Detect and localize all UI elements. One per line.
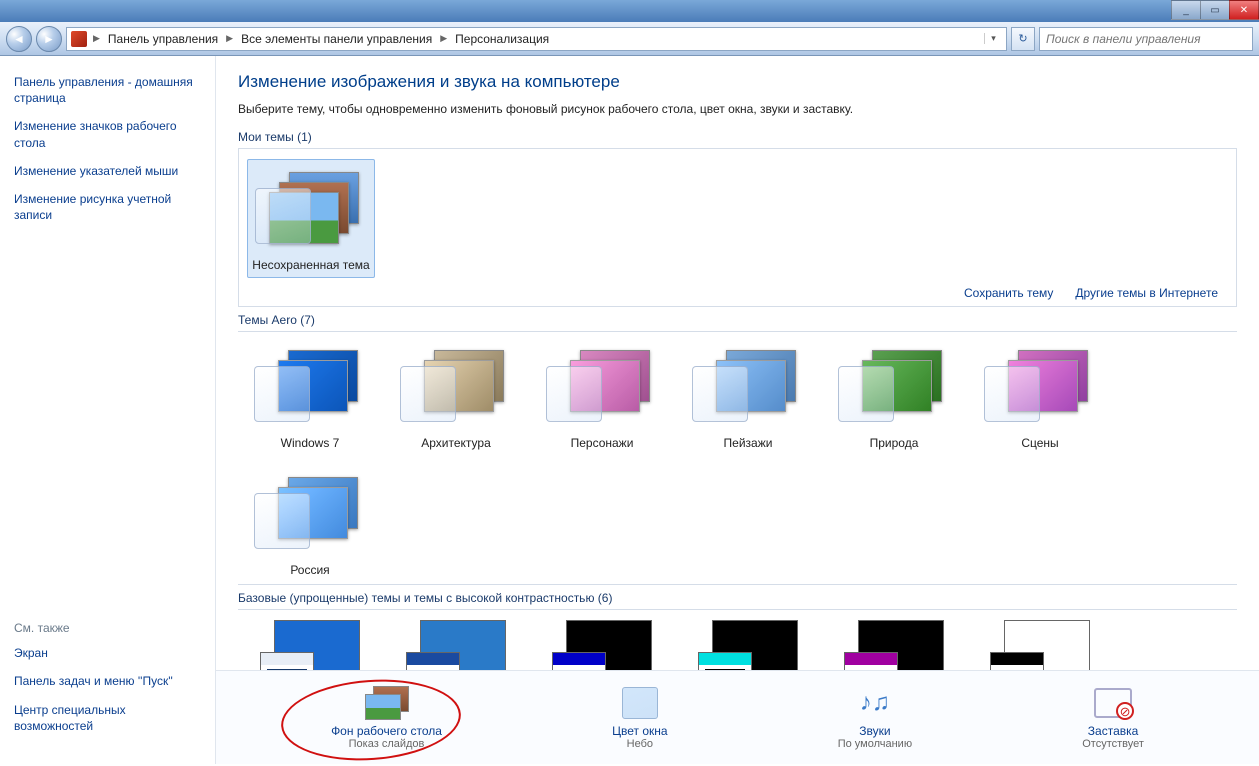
theme-label: Пейзажи <box>684 436 812 451</box>
desktop-background-option[interactable]: Фон рабочего стола Показ слайдов <box>331 686 442 750</box>
sounds-option[interactable]: ♪♫ Звуки По умолчанию <box>838 686 912 750</box>
chevron-right-icon[interactable]: ▶ <box>438 33 449 44</box>
sidebar-link-taskbar[interactable]: Панель задач и меню ''Пуск'' <box>14 673 201 689</box>
page-subtitle: Выберите тему, чтобы одновременно измени… <box>238 102 1237 116</box>
theme-label: Несохраненная тема <box>252 258 370 273</box>
theme-aero-2[interactable]: Персонажи <box>538 342 666 451</box>
wallpaper-icon <box>365 686 409 720</box>
theme-label: Природа <box>830 436 958 451</box>
window-color-option[interactable]: Цвет окна Небо <box>612 686 667 750</box>
nav-toolbar: ◄ ► ▶ Панель управления ▶ Все элементы п… <box>0 22 1259 56</box>
chevron-right-icon[interactable]: ▶ <box>91 33 102 44</box>
search-input[interactable] <box>1039 27 1253 51</box>
option-title: Звуки <box>838 724 912 738</box>
sidebar-link-ease-of-access[interactable]: Центр специальных возможностей <box>14 702 201 734</box>
option-subtitle: Показ слайдов <box>331 738 442 750</box>
sidebar-link-display[interactable]: Экран <box>14 645 201 661</box>
theme-label: Сцены <box>976 436 1104 451</box>
screensaver-option[interactable]: ⊘ Заставка Отсутствует <box>1082 686 1144 750</box>
theme-label: Windows 7 <box>246 436 374 451</box>
chevron-right-icon[interactable]: ▶ <box>224 33 235 44</box>
sidebar-link-account-picture[interactable]: Изменение рисунка учетной записи <box>14 191 201 223</box>
sidebar-link-desktop-icons[interactable]: Изменение значков рабочего стола <box>14 118 201 150</box>
theme-aero-1[interactable]: Архитектура <box>392 342 520 451</box>
address-bar[interactable]: ▶ Панель управления ▶ Все элементы панел… <box>66 27 1007 51</box>
theme-label: Россия <box>246 563 374 578</box>
theme-aero-4[interactable]: Природа <box>830 342 958 451</box>
maximize-button[interactable]: ▭ <box>1200 0 1230 20</box>
theme-aero-5[interactable]: Сцены <box>976 342 1104 451</box>
my-themes-section: Несохраненная тема Сохранить тему Другие… <box>238 148 1237 307</box>
basic-themes-header: Базовые (упрощенные) темы и темы с высок… <box>238 591 1237 605</box>
titlebar: _ ▭ ✕ <box>0 0 1259 22</box>
content-area: Изменение изображения и звука на компьют… <box>216 56 1259 764</box>
save-theme-link[interactable]: Сохранить тему <box>964 286 1053 300</box>
breadcrumb[interactable]: Все элементы панели управления <box>235 32 438 46</box>
address-dropdown[interactable]: ▾ <box>984 33 1002 44</box>
page-title: Изменение изображения и звука на компьют… <box>238 72 1237 92</box>
theme-label: Персонажи <box>538 436 666 451</box>
online-themes-link[interactable]: Другие темы в Интернете <box>1075 286 1218 300</box>
sidebar-link-home[interactable]: Панель управления - домашняя страница <box>14 74 201 106</box>
theme-aero-0[interactable]: Windows 7 <box>246 342 374 451</box>
theme-aero-3[interactable]: Пейзажи <box>684 342 812 451</box>
screensaver-icon: ⊘ <box>1091 686 1135 720</box>
close-button[interactable]: ✕ <box>1229 0 1259 20</box>
option-title: Фон рабочего стола <box>331 724 442 738</box>
option-subtitle: По умолчанию <box>838 738 912 750</box>
see-also-header: См. также <box>14 621 201 635</box>
sidebar: Панель управления - домашняя страница Из… <box>0 56 216 764</box>
option-title: Цвет окна <box>612 724 667 738</box>
option-subtitle: Небо <box>612 738 667 750</box>
breadcrumb[interactable]: Панель управления <box>102 32 224 46</box>
aero-themes-header: Темы Aero (7) <box>238 313 1237 327</box>
sounds-icon: ♪♫ <box>853 686 897 720</box>
breadcrumb[interactable]: Персонализация <box>449 32 555 46</box>
my-themes-header: Мои темы (1) <box>238 130 1237 144</box>
personalization-icon <box>71 31 87 47</box>
back-button[interactable]: ◄ <box>6 26 32 52</box>
minimize-button[interactable]: _ <box>1171 0 1201 20</box>
option-title: Заставка <box>1082 724 1144 738</box>
forward-button[interactable]: ► <box>36 26 62 52</box>
theme-unsaved[interactable]: Несохраненная тема <box>247 159 375 278</box>
aero-themes-section: Windows 7 Архитектура Персонажи Пейзажи Прир… <box>238 331 1237 585</box>
window-color-icon <box>618 686 662 720</box>
footer-options: Фон рабочего стола Показ слайдов Цвет ок… <box>216 670 1259 764</box>
theme-aero-6[interactable]: Россия <box>246 469 374 578</box>
option-subtitle: Отсутствует <box>1082 738 1144 750</box>
refresh-button[interactable]: ↻ <box>1011 27 1035 51</box>
sidebar-link-mouse-pointers[interactable]: Изменение указателей мыши <box>14 163 201 179</box>
theme-label: Архитектура <box>392 436 520 451</box>
